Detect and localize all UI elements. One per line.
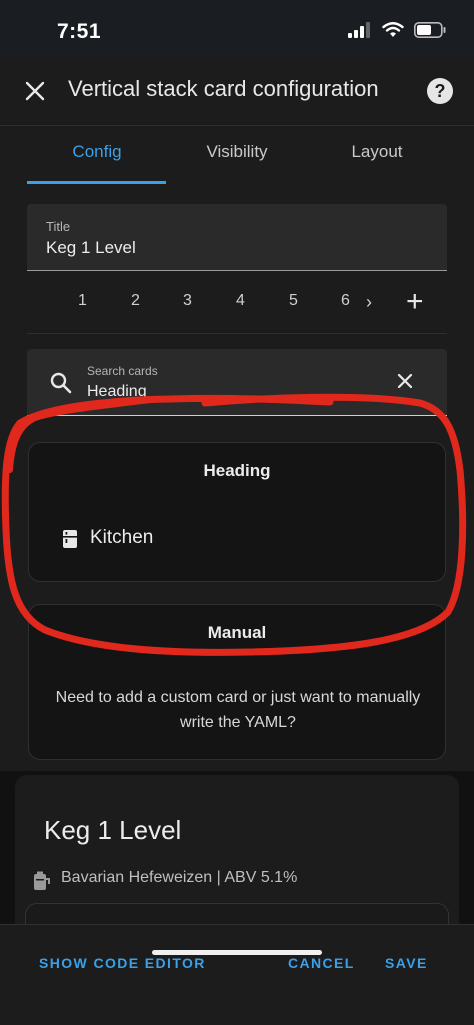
- card-tab-5[interactable]: 5: [289, 292, 298, 310]
- status-time: 7:51: [57, 20, 102, 43]
- show-code-editor-button[interactable]: SHOW CODE EDITOR: [39, 955, 206, 971]
- search-input[interactable]: Heading: [87, 383, 147, 401]
- fridge-icon: [63, 530, 77, 548]
- title-field[interactable]: Title Keg 1 Level: [27, 204, 447, 271]
- tab-config[interactable]: Config: [27, 128, 167, 184]
- tab-visibility[interactable]: Visibility: [167, 128, 307, 184]
- wifi-icon: [382, 22, 404, 37]
- card-preview-area: Keg 1 Level Bavarian Hefeweizen | ABV 5.…: [0, 771, 474, 963]
- cancel-button[interactable]: CANCEL: [288, 955, 355, 971]
- signal-icon: [348, 22, 370, 38]
- card-option-manual[interactable]: Manual Need to add a custom card or just…: [28, 604, 446, 760]
- title-field-value: Keg 1 Level: [46, 238, 136, 257]
- search-icon: [50, 372, 72, 394]
- card-tab-3[interactable]: 3: [183, 292, 192, 310]
- chevron-right-icon[interactable]: ›: [366, 292, 372, 313]
- manual-card-description: Need to add a custom card or just want t…: [55, 689, 421, 731]
- card-option-title: Heading: [203, 461, 271, 480]
- card-tab-2[interactable]: 2: [131, 292, 140, 310]
- card-tab-6[interactable]: 6: [341, 292, 350, 310]
- home-indicator: [152, 950, 322, 955]
- card-tab-bar: 1 2 3 4 5 6 › +: [27, 284, 447, 334]
- save-button[interactable]: SAVE: [385, 955, 428, 971]
- title-field-label: Title: [46, 219, 71, 234]
- tab-bar: Config Visibility Layout: [27, 128, 447, 184]
- search-cards-field[interactable]: Search cards Heading: [27, 349, 447, 416]
- card-option-heading[interactable]: Heading Kitchen: [28, 442, 446, 582]
- card-config-dialog: Vertical stack card configuration ? Conf…: [0, 58, 474, 1025]
- card-option-entity: Kitchen: [90, 527, 154, 548]
- help-button[interactable]: ?: [427, 78, 453, 104]
- preview-title: Keg 1 Level: [44, 815, 182, 845]
- close-icon: [25, 81, 45, 101]
- active-tab-indicator: [27, 181, 166, 184]
- preview-subtitle: Bavarian Hefeweizen | ABV 5.1%: [61, 869, 298, 886]
- card-tab-4[interactable]: 4: [236, 292, 245, 310]
- add-card-button[interactable]: +: [406, 285, 424, 319]
- clear-search-icon[interactable]: [397, 373, 413, 389]
- close-button[interactable]: [18, 74, 52, 108]
- dialog-footer: SHOW CODE EDITOR CANCEL SAVE: [0, 924, 474, 1025]
- dialog-header: Vertical stack card configuration ?: [0, 58, 474, 126]
- card-preview: Keg 1 Level Bavarian Hefeweizen | ABV 5.…: [15, 775, 459, 963]
- status-icons: [348, 22, 446, 38]
- keg-icon: [34, 871, 50, 890]
- status-bar: 7:51: [0, 0, 474, 58]
- manual-card-title: Manual: [207, 623, 267, 642]
- search-label: Search cards: [87, 364, 158, 378]
- card-tab-1[interactable]: 1: [78, 292, 87, 310]
- dialog-title: Vertical stack card configuration: [68, 76, 379, 101]
- tab-layout[interactable]: Layout: [307, 128, 447, 184]
- battery-icon: [414, 22, 446, 38]
